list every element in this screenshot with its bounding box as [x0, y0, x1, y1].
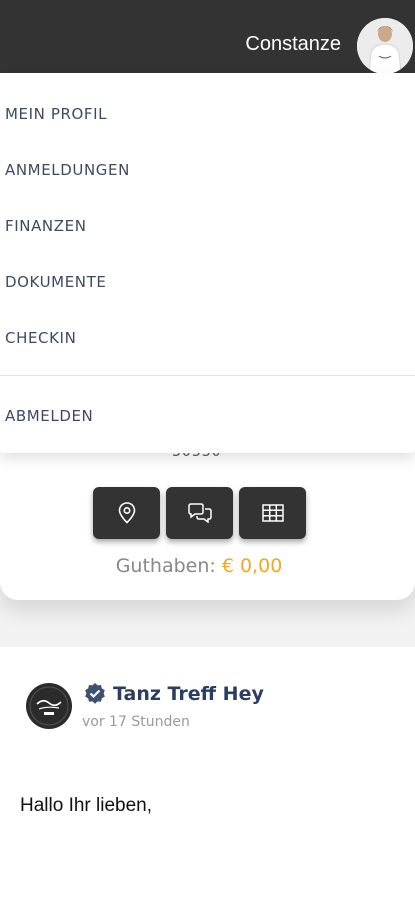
tanz-treff-logo-icon: [29, 686, 69, 726]
chat-bubbles-icon: [187, 503, 212, 523]
menu-item-logout[interactable]: ABMELDEN: [5, 407, 93, 425]
user-dropdown-menu: MEIN PROFIL ANMELDUNGEN FINANZEN DOKUMEN…: [0, 73, 415, 453]
menu-item-documents[interactable]: DOKUMENTE: [5, 273, 106, 291]
post-timestamp: vor 17 Stunden: [82, 714, 190, 730]
grid-button[interactable]: [239, 487, 306, 539]
post-text: Hallo Ihr lieben,: [20, 795, 153, 816]
user-avatar-icon: [357, 18, 413, 74]
avatar[interactable]: [357, 18, 413, 74]
balance-value: € 0,00: [221, 555, 283, 577]
post-author-logo[interactable]: [26, 683, 72, 729]
grid-icon: [261, 504, 284, 522]
user-name[interactable]: Constanze: [245, 33, 341, 56]
menu-item-checkin[interactable]: CHECKIN: [5, 329, 76, 347]
location-pin-icon: [118, 502, 135, 524]
top-bar: Constanze: [0, 0, 415, 74]
location-button[interactable]: [93, 487, 160, 539]
post-author-name[interactable]: Tanz Treff Hey: [113, 683, 264, 705]
menu-divider: [0, 375, 415, 376]
menu-item-finances[interactable]: FINANZEN: [5, 217, 87, 235]
balance: Guthaben: € 0,00: [0, 555, 398, 577]
menu-item-profile[interactable]: MEIN PROFIL: [5, 105, 107, 123]
verified-badge-icon: [85, 683, 105, 704]
balance-label: Guthaben:: [115, 555, 216, 577]
menu-item-registrations[interactable]: ANMELDUNGEN: [5, 161, 130, 179]
messages-button[interactable]: [166, 487, 233, 539]
